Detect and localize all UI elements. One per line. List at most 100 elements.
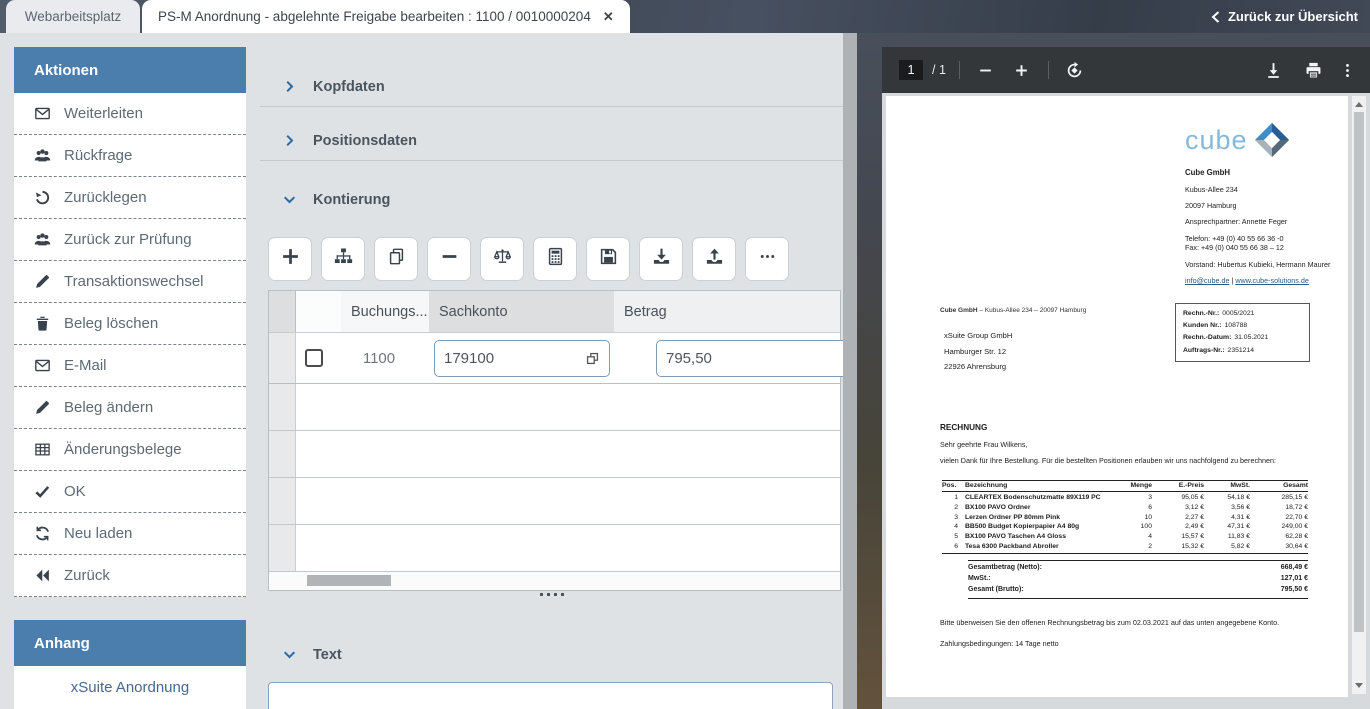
envelope-icon: [33, 357, 51, 374]
page-count: / 1: [932, 63, 946, 77]
minus-icon: [440, 247, 459, 271]
meta-row: Rechn.-Nr.:0005/2021: [1183, 308, 1302, 320]
print-button[interactable]: [1300, 57, 1326, 83]
attachment-link-xsuite-anordnung[interactable]: xSuite Anordnung: [71, 679, 189, 696]
empty-table-row[interactable]: [269, 525, 840, 572]
pdf-scrollbar-thumb[interactable]: [1354, 112, 1364, 632]
items-header-row: Pos. Bezeichnung Menge E.-Preis MwSt. Ge…: [942, 480, 1308, 492]
page-number-input[interactable]: 1: [899, 60, 923, 80]
row-gutter: [269, 384, 296, 430]
section-text[interactable]: Text: [260, 638, 843, 671]
action-e-mail[interactable]: E-Mail: [14, 345, 246, 387]
section-kontierung[interactable]: Kontierung: [260, 183, 843, 216]
resize-handle[interactable]: [540, 593, 564, 596]
row-gutter[interactable]: [269, 333, 296, 383]
cube-logo: cube: [1185, 122, 1290, 158]
column-header-betrag[interactable]: Betrag: [614, 291, 840, 332]
empty-rows: [269, 384, 840, 572]
action-beleg-ändern[interactable]: Beleg ändern: [14, 387, 246, 429]
horizontal-scrollbar[interactable]: [269, 572, 840, 590]
double-left-icon: [33, 567, 51, 584]
action-neu-laden[interactable]: Neu laden: [14, 513, 246, 555]
action-zurück[interactable]: Zurück: [14, 555, 246, 597]
download-button[interactable]: [639, 237, 683, 281]
action-transaktionswechsel[interactable]: Transaktionswechsel: [14, 261, 246, 303]
zoom-in-button[interactable]: [1009, 57, 1035, 83]
total-row: Gesamt (Brutto):795,50 €: [968, 585, 1308, 596]
cube-diamond-icon: [1254, 122, 1290, 158]
hierarchy-button[interactable]: [321, 237, 365, 281]
invoice-page: cube Cube GmbH Kubus-Allee 234 20097 Ham…: [886, 96, 1348, 697]
action-änderungsbelege[interactable]: Änderungsbelege: [14, 429, 246, 471]
pencil-icon: [33, 273, 51, 290]
meta-row: Auftrags-Nr.:2351214: [1183, 345, 1302, 357]
action-beleg-löschen[interactable]: Beleg löschen: [14, 303, 246, 345]
company-city: 20097 Hamburg: [1185, 201, 1340, 211]
users-icon: [33, 147, 51, 164]
tab-webarbeitsplatz[interactable]: Webarbeitsplatz: [6, 0, 140, 33]
back-to-overview-link[interactable]: Zurück zur Übersicht: [1211, 0, 1358, 33]
close-icon[interactable]: ✕: [603, 9, 614, 25]
section-kopfdaten[interactable]: Kopfdaten: [260, 70, 843, 103]
text-input[interactable]: [268, 682, 833, 709]
scroll-up-arrow[interactable]: [1352, 98, 1366, 111]
sachkonto-input[interactable]: [444, 350, 585, 367]
vertical-scrollbar[interactable]: [843, 33, 857, 709]
more-options-button[interactable]: [1334, 57, 1360, 83]
email-link[interactable]: info@cube.de: [1185, 276, 1229, 285]
action-ok[interactable]: OK: [14, 471, 246, 513]
company-phone: Telefon: +49 (0) 40 55 66 36 -0: [1185, 234, 1340, 244]
empty-table-row[interactable]: [269, 431, 840, 478]
invoice-item-row: 3Lerzen Ordner PP 80mm Pink102,27 €4,31 …: [942, 513, 1308, 523]
horizontal-scrollbar-thumb[interactable]: [307, 575, 391, 586]
top-bar: Webarbeitsplatz PS-M Anordnung - abgeleh…: [0, 0, 1370, 33]
balance-button[interactable]: [480, 237, 524, 281]
pdf-scrollbar[interactable]: [1352, 96, 1366, 694]
actions-header: Aktionen: [14, 47, 246, 93]
rotate-button[interactable]: [1062, 57, 1088, 83]
upload-button[interactable]: [692, 237, 736, 281]
add-row-button[interactable]: [268, 237, 312, 281]
betrag-input[interactable]: [666, 350, 843, 367]
meta-row: Kunden Nr.:108788: [1183, 320, 1302, 332]
company-block: Cube GmbH Kubus-Allee 234 20097 Hamburg …: [1185, 168, 1340, 292]
ellipsis-icon: [758, 247, 777, 271]
actions-list: Weiterleiten Rückfrage Zurücklegen Zurüc…: [14, 93, 246, 597]
download-button[interactable]: [1260, 57, 1286, 83]
row-checkbox[interactable]: [305, 349, 323, 367]
action-weiterleiten[interactable]: Weiterleiten: [14, 93, 246, 135]
chevron-left-icon: [1211, 11, 1220, 23]
company-street: Kubus-Allee 234: [1185, 185, 1340, 195]
action-zurück-zur-prüfung[interactable]: Zurück zur Prüfung: [14, 219, 246, 261]
action-rückfrage[interactable]: Rückfrage: [14, 135, 246, 177]
section-positionsdaten[interactable]: Positionsdaten: [260, 124, 843, 157]
trash-icon: [33, 315, 51, 332]
column-header-sachkonto[interactable]: Sachkonto: [429, 291, 614, 332]
download-icon: [1264, 61, 1283, 80]
value-help-icon[interactable]: [585, 351, 600, 366]
salutation: Sehr geehrte Frau Wilkens,: [940, 440, 1028, 449]
save-button[interactable]: [586, 237, 630, 281]
anhang-header: Anhang: [14, 620, 246, 666]
calculate-button[interactable]: [533, 237, 577, 281]
action-zurücklegen[interactable]: Zurücklegen: [14, 177, 246, 219]
checkbox-column-header: [296, 291, 341, 332]
remove-row-button[interactable]: [427, 237, 471, 281]
copy-row-button[interactable]: [374, 237, 418, 281]
row-gutter: [269, 525, 296, 571]
more-button[interactable]: [745, 237, 789, 281]
empty-table-row[interactable]: [269, 384, 840, 431]
workspace: Aktionen Weiterleiten Rückfrage Zurückle…: [0, 33, 857, 709]
company-links: info@cube.de | www.cube-solutions.de: [1185, 276, 1340, 286]
scroll-down-arrow[interactable]: [1352, 679, 1366, 692]
row-gutter: [269, 478, 296, 524]
total-row: Gesamtbetrag (Netto):668,49 €: [968, 563, 1308, 574]
betrag-field-wrap: [656, 340, 843, 377]
website-link[interactable]: www.cube-solutions.de: [1235, 276, 1309, 285]
column-header-buchungskreis[interactable]: Buchungs...: [341, 291, 429, 332]
tab-document[interactable]: PS-M Anordnung - abgelehnte Freigabe bea…: [142, 0, 630, 33]
zoom-out-button[interactable]: [973, 57, 999, 83]
empty-table-row[interactable]: [269, 478, 840, 525]
invoice-item-row: 1CLEARTEX Bodenschutzmatte 89X119 PC395,…: [942, 493, 1308, 503]
invoice-items-table: Pos. Bezeichnung Menge E.-Preis MwSt. Ge…: [942, 480, 1308, 554]
